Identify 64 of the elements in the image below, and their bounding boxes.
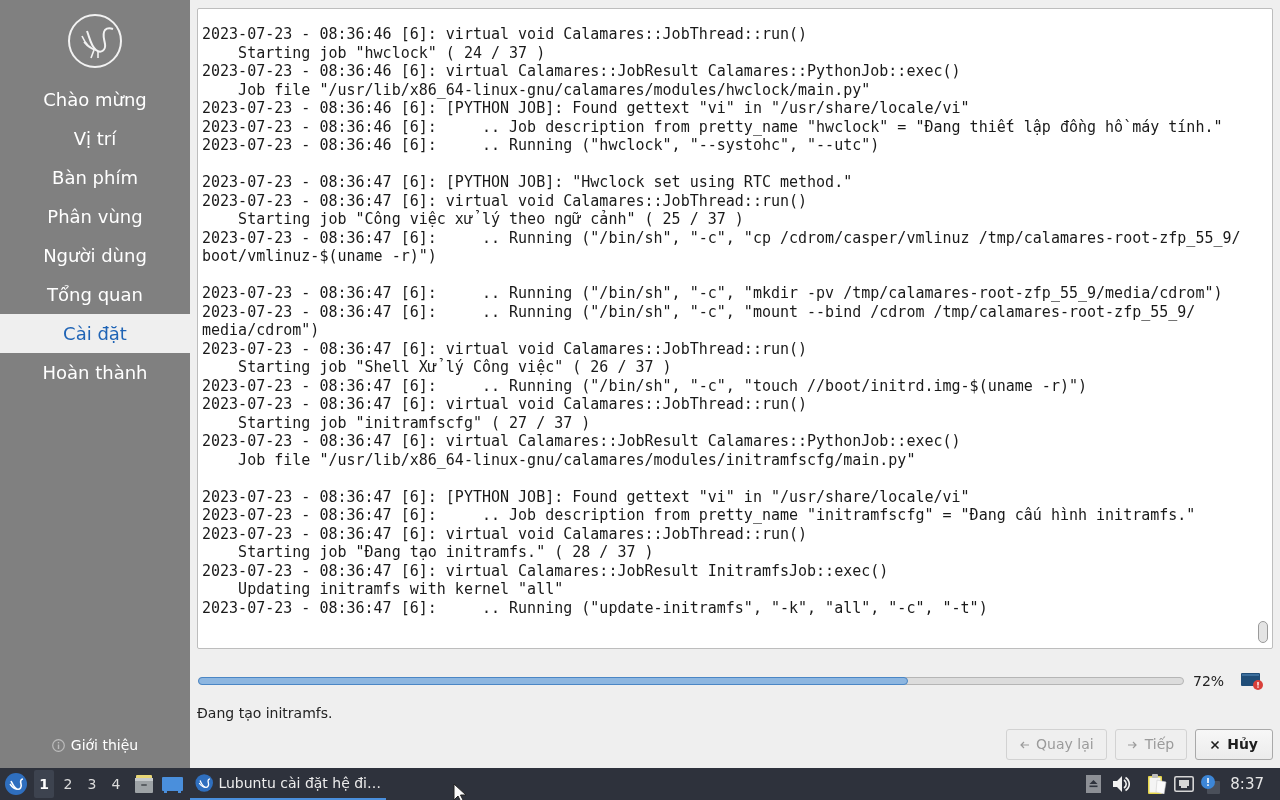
log-line: 2023-07-23 - 08:36:47 [6]: .. Running ("/bin/sh", "-c", "mkdir -pv /tmp/calamares-root-zfp_55_9/media/cdrom") (202, 284, 1224, 303)
log-line: 2023-07-23 - 08:36:46 [6]: virtual Calamares::JobResult Calamares::PythonJob::exec() (202, 62, 962, 81)
mouse-pointer-icon (453, 783, 467, 800)
log-line: 2023-07-23 - 08:36:46 [6]: [PYTHON JOB]: Found gettext "vi" in "/usr/share/locale/vi" (202, 99, 971, 118)
log-line: 2023-07-23 - 08:36:47 [6]: .. Job description from pretty_name "initramfscfg" = "Đang cấu hình initramfs." (202, 506, 1197, 525)
log-line: 2023-07-23 - 08:36:46 [6]: virtual void Calamares::JobThread::run() (202, 25, 809, 44)
sidebar-item: Cài đặt (0, 314, 190, 353)
log-line: media/cdrom") (202, 321, 321, 340)
log-line: 2023-07-23 - 08:36:46 [6]: .. Job description from pretty_name "hwclock" = "Đang thiết lập đồng hồ máy tính." (202, 117, 1224, 136)
notification-icon[interactable] (1201, 774, 1221, 794)
log-line: 2023-07-23 - 08:36:47 [6]: virtual void Calamares::JobThread::run() (202, 339, 809, 358)
log-line: 2023-07-23 - 08:36:47 [6]: .. Running ("/bin/sh", "-c", "touch //boot/initrd.img-$(uname -r)") (202, 376, 1088, 395)
log-line: 2023-07-23 - 08:36:47 [6]: .. Running ("/bin/sh", "-c", "mount --bind /cdrom /tmp/calamares-root-zfp_55_9/ (202, 302, 1197, 321)
cancel-button[interactable]: Hủy (1195, 729, 1273, 760)
log-line: 2023-07-23 - 08:36:47 [6]: virtual void Calamares::JobThread::run() (202, 191, 809, 210)
log-line: 2023-07-23 - 08:36:47 [6]: [PYTHON JOB]: "Hwclock set using RTC method." (202, 173, 854, 192)
taskbar-window-button[interactable]: Lubuntu cài đặt hệ đi… (190, 768, 386, 800)
file-cabinet-icon[interactable] (135, 775, 153, 793)
bird-logo-icon[interactable] (5, 773, 27, 795)
sidebar-item: Người dùng (42, 244, 148, 268)
sidebar-item: Bàn phím (51, 166, 139, 190)
bird-logo-icon (195, 772, 214, 794)
log-line: 2023-07-23 - 08:36:47 [6]: virtual Calamares::JobResult Calamares::PythonJob::exec() (202, 432, 962, 451)
workspace-button[interactable]: 3 (82, 770, 102, 798)
info-icon (51, 739, 65, 752)
about-button[interactable]: Giới thiệu (47, 733, 143, 758)
log-line: Starting job "Shell Xử lý Công việc" ( 26 / 37 ) (237, 358, 673, 377)
left-arrow-icon (1019, 739, 1030, 750)
log-line: Job file "/usr/lib/x86_64-linux-gnu/calamares/modules/initramfscfg/main.py" (237, 450, 917, 469)
log-line: 2023-07-23 - 08:36:47 [6]: .. Running ("/bin/sh", "-c", "cp /cdrom/casper/vmlinuz /tmp/calamares-root-zfp_55_9/ (202, 228, 1242, 247)
log-line: 2023-07-23 - 08:36:47 [6]: .. Running ("update-initramfs", "-k", "all", "-c", "-t") (202, 598, 989, 617)
clipboard-icon[interactable] (1148, 774, 1168, 794)
log-line: Starting job "initramfscfg" ( 27 / 37 ) (237, 413, 592, 432)
close-icon (1210, 739, 1221, 750)
right-arrow-icon (1127, 739, 1138, 750)
sidebar-item: Vị trí (72, 127, 118, 151)
workspace-button[interactable]: 2 (58, 770, 78, 798)
log-line: 2023-07-23 - 08:36:47 [6]: virtual void Calamares::JobThread::run() (202, 395, 809, 414)
progress-percent: 72% (1193, 671, 1223, 691)
log-line: Starting job "Công việc xử lý theo ngữ cảnh" ( 25 / 37 ) (237, 210, 745, 229)
status-text: Đang tạo initramfs. (197, 704, 334, 722)
monitor-alert-icon[interactable] (1241, 672, 1263, 690)
sidebar-item: Tổng quan (46, 283, 144, 307)
clock[interactable]: 8:37 (1230, 772, 1264, 796)
log-line: Starting job "Đang tạo initramfs." ( 28 / 37 ) (237, 543, 655, 562)
log-line: Starting job "hwclock" ( 24 / 37 ) (237, 43, 547, 62)
network-icon[interactable] (1174, 776, 1195, 792)
bird-logo (67, 13, 123, 69)
log-line: boot/vmlinuz-$(uname -r)") (202, 247, 438, 266)
log-line: 2023-07-23 - 08:36:47 [6]: virtual void Calamares::JobThread::run() (202, 524, 809, 543)
eject-icon[interactable] (1086, 775, 1102, 793)
log-line: 2023-07-23 - 08:36:47 [6]: virtual Calamares::JobResult InitramfsJob::exec() (202, 561, 890, 580)
log-line: Job file "/usr/lib/x86_64-linux-gnu/calamares/modules/hwclock/main.py" (237, 80, 872, 99)
log-line: Updating initramfs with kernel "all" (237, 580, 565, 599)
sidebar-item: Phân vùng (46, 205, 144, 229)
workspace-button[interactable]: 4 (106, 770, 126, 798)
volume-icon[interactable] (1113, 775, 1131, 793)
scrollbar-thumb[interactable] (1258, 621, 1268, 643)
log-line: 2023-07-23 - 08:36:47 [6]: [PYTHON JOB]: Found gettext "vi" in "/usr/share/locale/vi" (202, 487, 971, 506)
sidebar-item: Chào mừng (42, 88, 148, 112)
desktop-icon[interactable] (162, 775, 183, 793)
workspace-button[interactable]: 1 (34, 770, 54, 798)
log-line: 2023-07-23 - 08:36:46 [6]: .. Running ("hwclock", "--systohc", "--utc") (202, 136, 881, 155)
sidebar-item: Hoàn thành (41, 361, 149, 385)
